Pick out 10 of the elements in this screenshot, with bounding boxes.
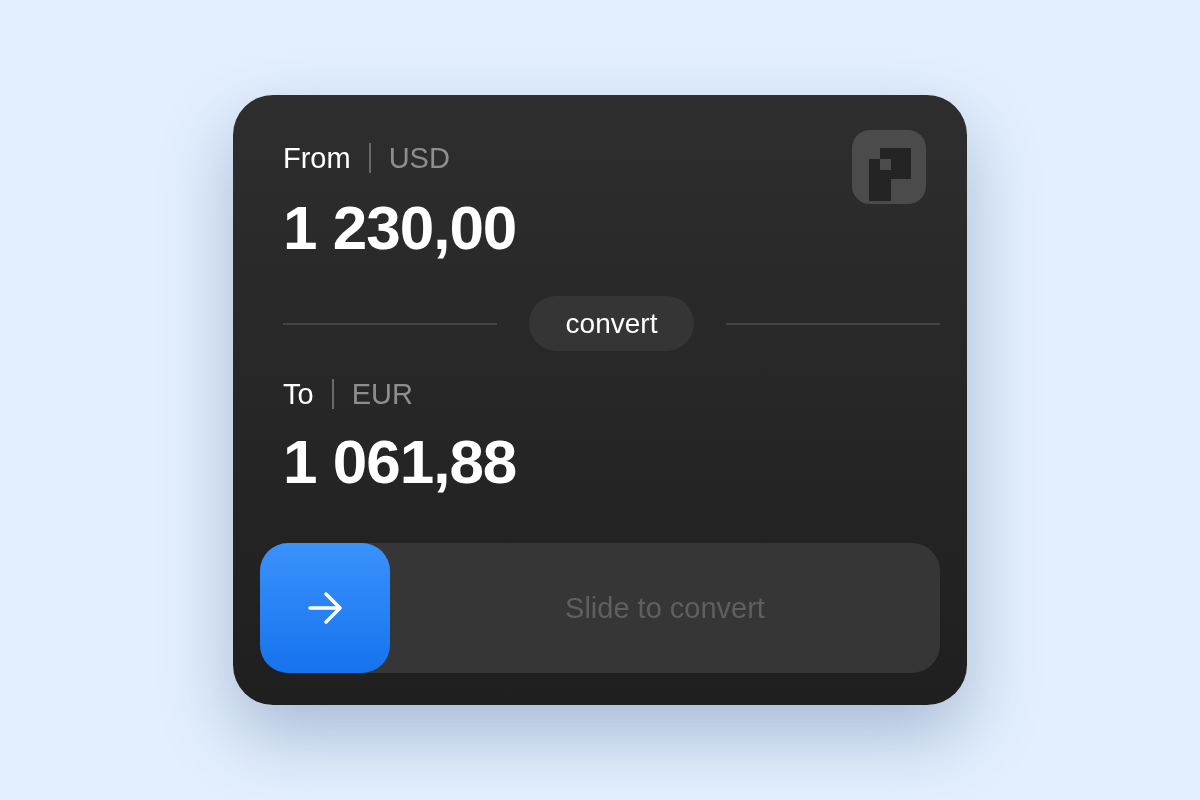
logo-icon — [852, 130, 926, 204]
amount-value: 1 230,00 — [283, 193, 518, 263]
convert-button[interactable]: convert — [528, 296, 695, 351]
field-label: From — [283, 141, 351, 175]
currency-code: EUR — [351, 377, 413, 411]
arrow-right-icon — [307, 591, 343, 625]
amount-value: 1 061,88 — [283, 427, 518, 497]
field-label: To — [283, 377, 314, 411]
currency-code: USD — [388, 141, 450, 175]
slider-handle[interactable] — [260, 543, 390, 673]
